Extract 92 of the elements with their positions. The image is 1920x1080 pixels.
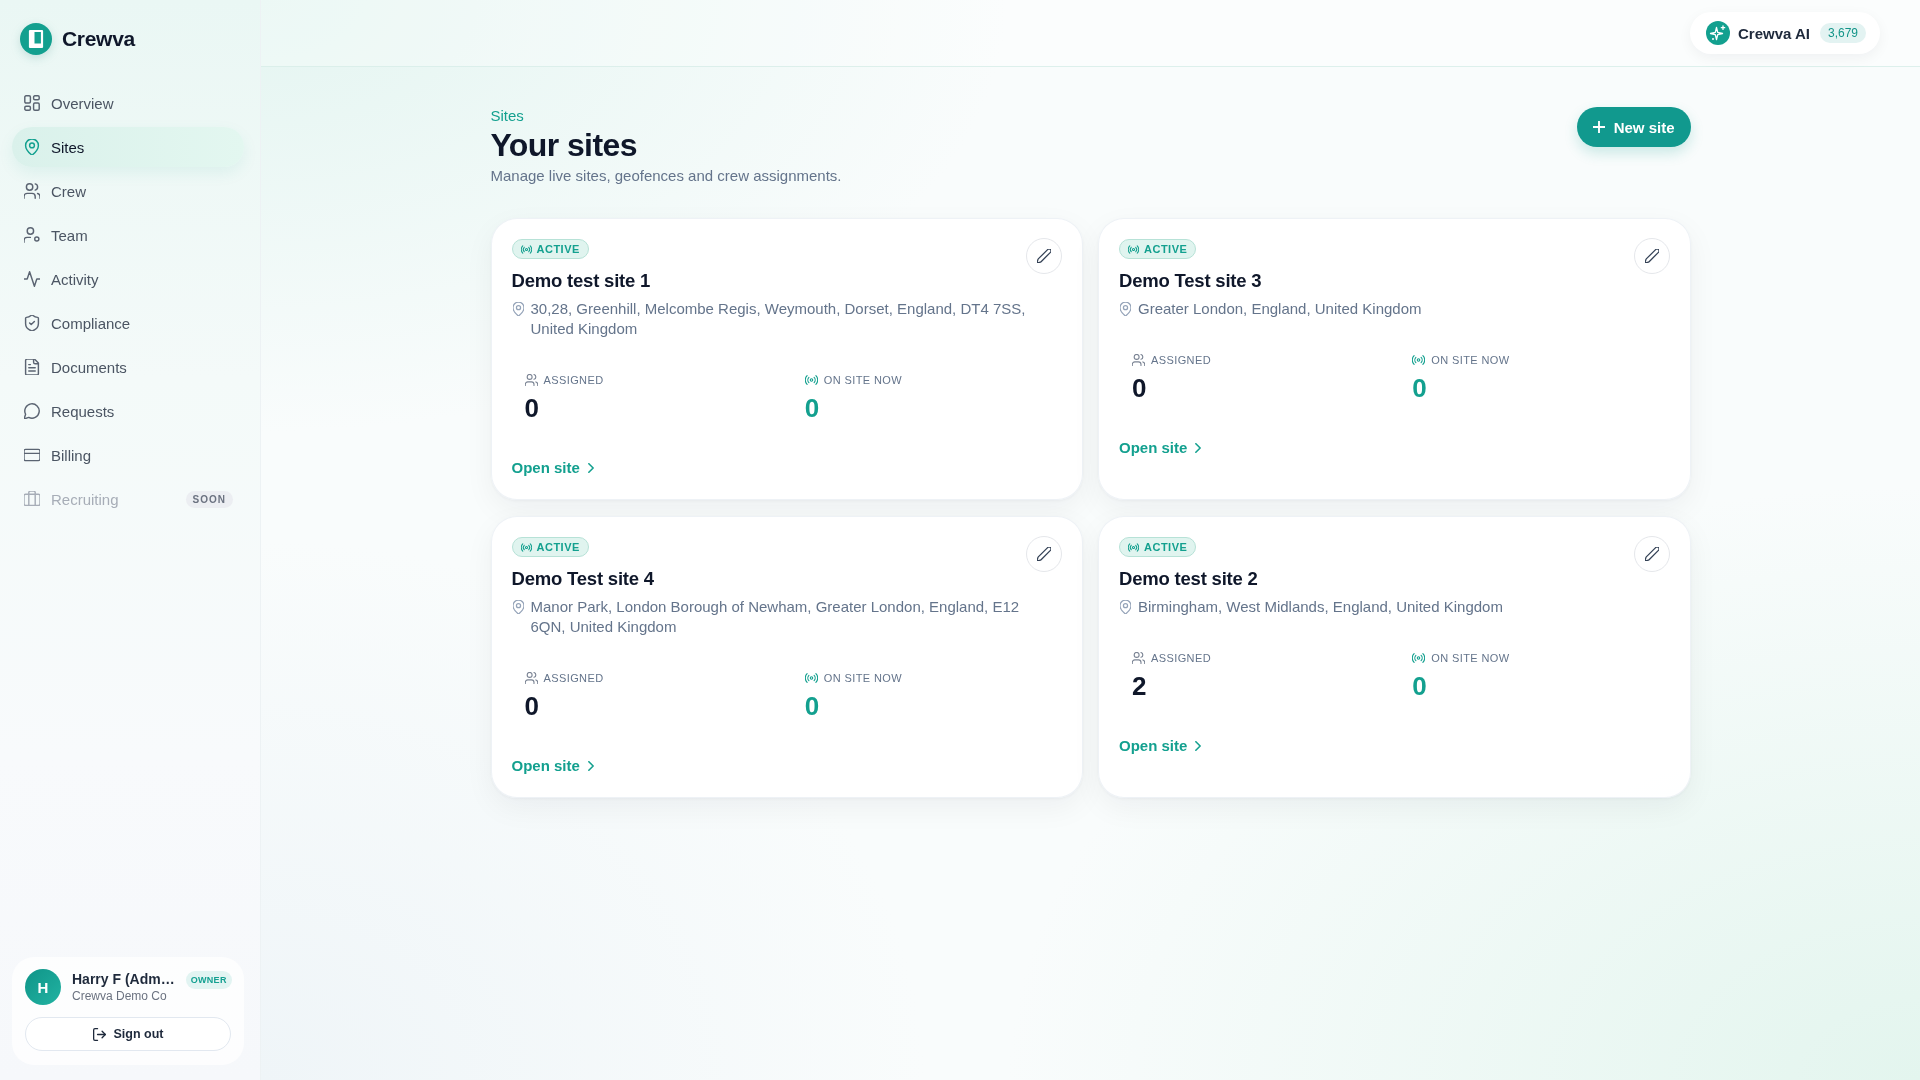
map-pin-icon (1120, 600, 1131, 614)
chat-bubble-icon (24, 403, 40, 419)
pulse-icon (24, 271, 40, 287)
status-label: ACTIVE (1144, 243, 1188, 255)
page-eyebrow: Sites (490, 107, 525, 125)
brand-name: Crewva (62, 27, 135, 51)
nav-item[interactable]: Crew (12, 171, 244, 211)
broadcast-icon (520, 542, 532, 552)
broadcast-icon (1128, 542, 1139, 552)
map-pin-icon (24, 139, 40, 155)
page-subtitle: Manage live sites, geofences and crew assignments. (490, 166, 842, 186)
broadcast-icon (804, 374, 818, 386)
new-site-button[interactable]: New site (1576, 107, 1691, 147)
stat-label: ON SITE NOW (1431, 353, 1510, 368)
stat-value: 0 (804, 690, 821, 722)
avatar: H (25, 969, 61, 1005)
site-address: 30,28, Greenhill, Melcombe Regis, Weymouth, Dorset, England, DT4 7SS, United Kingdom (530, 299, 1027, 339)
log-out-icon (92, 1027, 106, 1041)
status-label: ACTIVE (536, 243, 580, 255)
nav-item[interactable]: Documents (12, 347, 244, 387)
people-icon (524, 374, 538, 386)
role-badge: OWNER (185, 971, 232, 989)
nav-item[interactable]: Compliance (12, 303, 244, 343)
briefcase-icon (24, 491, 40, 507)
pencil-icon (1644, 547, 1659, 561)
credit-count: 3,679 (1819, 23, 1866, 43)
map-pin-icon (512, 600, 524, 614)
status-label: ACTIVE (536, 541, 580, 553)
page-title: Your sites (490, 126, 638, 164)
people-icon (524, 672, 538, 684)
site-address: Birmingham, West Midlands, England, United Kingdom (1138, 597, 1503, 617)
nav-item[interactable]: Activity (12, 259, 244, 299)
grid-icon (24, 95, 40, 111)
chevron-right-icon (587, 463, 594, 473)
edit-button[interactable] (1026, 238, 1062, 274)
nav-item[interactable]: Requests (12, 391, 244, 431)
nav-item[interactable]: Sites (12, 127, 244, 167)
stat-value: 0 (1132, 372, 1148, 404)
person-gear-icon (24, 227, 40, 243)
stat-value: 0 (1412, 670, 1428, 702)
edit-button[interactable] (1633, 536, 1670, 572)
people-icon (1132, 354, 1145, 366)
stat-label: ON SITE NOW (1431, 651, 1510, 666)
stat-value: 2 (1132, 670, 1148, 702)
credit-card-icon (24, 447, 40, 463)
site-name: Demo test site 2 (1119, 567, 1259, 591)
nav-item[interactable]: Team (12, 215, 244, 255)
stat-label: ASSIGNED (543, 671, 604, 686)
logo-icon (20, 23, 52, 55)
document-icon (24, 359, 40, 375)
sparkle-icon (1706, 21, 1730, 45)
broadcast-icon (1412, 354, 1426, 366)
pencil-icon (1037, 547, 1051, 561)
user-name: Harry F (Adm… (72, 970, 175, 988)
pencil-icon (1037, 249, 1051, 263)
stat-value: 0 (804, 392, 821, 424)
ai-assistant-button[interactable]: Crewva AI 3,679 (1690, 12, 1880, 54)
stat-label: ASSIGNED (543, 373, 604, 388)
company-name: Crewva Demo Co (72, 988, 167, 1004)
sign-out-button[interactable]: Sign out (25, 1017, 231, 1051)
stat-value: 0 (524, 392, 540, 424)
broadcast-icon (520, 244, 532, 254)
stat-label: ASSIGNED (1151, 353, 1212, 368)
broadcast-icon (1128, 244, 1139, 254)
status-label: ACTIVE (1144, 541, 1188, 553)
soon-badge: SOON (185, 490, 233, 508)
broadcast-icon (1412, 652, 1426, 664)
stat-label: ASSIGNED (1151, 651, 1212, 666)
chevron-right-icon (1195, 741, 1202, 751)
stat-label: ON SITE NOW (823, 671, 903, 686)
site-name: Demo Test site 4 (511, 567, 655, 591)
stat-label: ON SITE NOW (823, 373, 903, 388)
pencil-icon (1644, 249, 1659, 263)
edit-button[interactable] (1026, 536, 1062, 572)
map-pin-icon (512, 302, 524, 316)
edit-button[interactable] (1633, 238, 1670, 274)
site-address: Greater London, England, United Kingdom (1138, 299, 1422, 319)
plus-icon (1592, 121, 1605, 133)
broadcast-icon (804, 672, 818, 684)
map-pin-icon (1120, 302, 1131, 316)
site-name: Demo Test site 3 (1119, 269, 1263, 293)
site-address: Manor Park, London Borough of Newham, Greater London, England, E12 6QN, United Kingdom (530, 597, 1021, 637)
chevron-right-icon (1195, 443, 1202, 453)
nav-item[interactable]: Billing (12, 435, 244, 475)
people-icon (24, 183, 40, 199)
stat-value: 0 (1412, 372, 1428, 404)
nav-item[interactable]: Overview (12, 83, 244, 123)
people-icon (1132, 652, 1145, 664)
stat-value: 0 (524, 690, 540, 722)
chevron-right-icon (587, 761, 594, 771)
site-name: Demo test site 1 (511, 269, 652, 293)
shield-check-icon (24, 315, 40, 331)
